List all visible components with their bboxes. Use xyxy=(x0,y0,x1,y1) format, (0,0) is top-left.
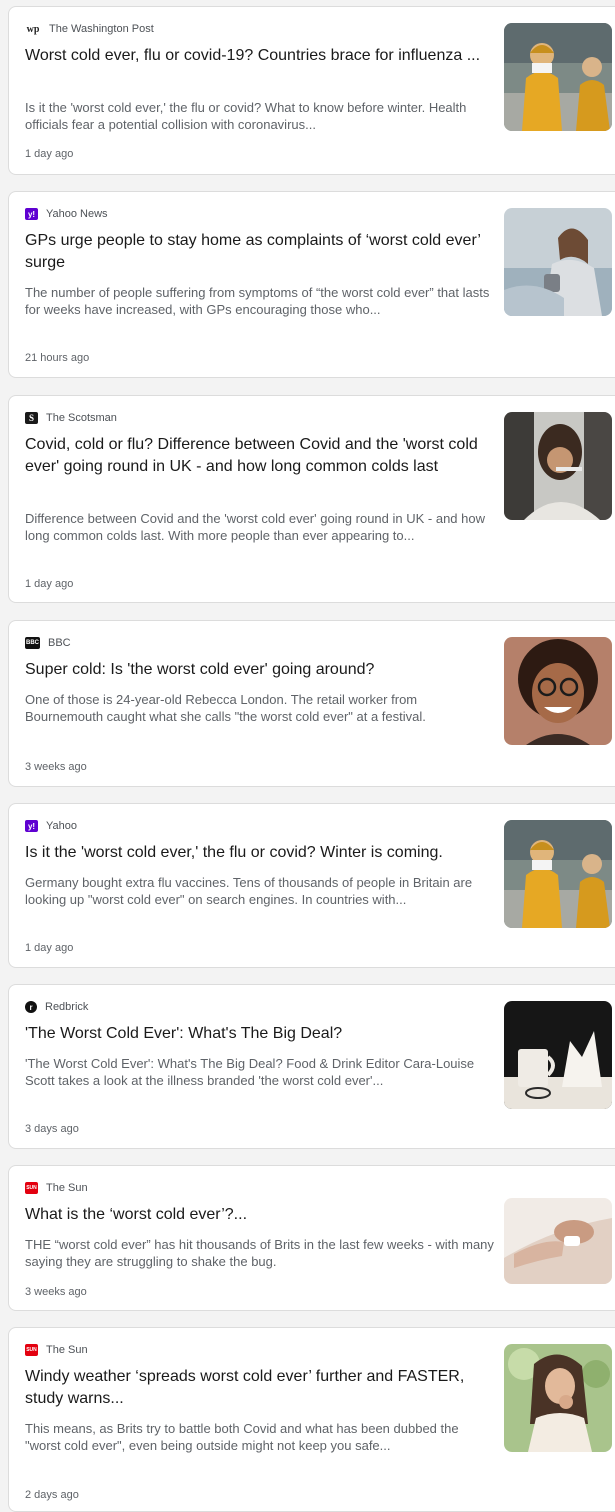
news-card[interactable]: BBC BBC Super cold: Is 'the worst cold e… xyxy=(8,620,615,787)
news-timestamp: 1 day ago xyxy=(25,148,74,160)
news-thumbnail[interactable] xyxy=(504,637,612,745)
news-source: wp The Washington Post xyxy=(25,23,154,35)
news-card[interactable]: wp The Washington Post Worst cold ever, … xyxy=(8,6,615,175)
news-thumbnail[interactable] xyxy=(504,1001,612,1109)
yahoo-news-logo-icon: y! xyxy=(25,208,38,220)
bbc-logo-icon: BBC xyxy=(25,637,40,649)
news-card[interactable]: r Redbrick 'The Worst Cold Ever': What's… xyxy=(8,984,615,1149)
news-snippet: One of those is 24-year-old Rebecca Lond… xyxy=(25,692,426,724)
news-source-name: Yahoo News xyxy=(46,208,108,220)
woman-in-bed-image-icon xyxy=(504,412,612,520)
news-source: S The Scotsman xyxy=(25,412,117,424)
news-headline[interactable]: Super cold: Is 'the worst cold ever' goi… xyxy=(25,659,490,681)
news-timestamp: 21 hours ago xyxy=(25,352,90,364)
news-source-name: Redbrick xyxy=(45,1001,89,1013)
news-source-name: The Sun xyxy=(46,1182,88,1194)
news-source: SUN The Sun xyxy=(25,1344,88,1356)
news-source-name: BBC xyxy=(48,637,71,649)
woman-yellow-jacket-image-icon xyxy=(504,23,612,131)
yahoo-logo-icon: y! xyxy=(25,820,38,832)
news-thumbnail[interactable] xyxy=(504,23,612,131)
news-snippet: The number of people suffering from symp… xyxy=(25,285,490,317)
news-card[interactable]: y! Yahoo News GPs urge people to stay ho… xyxy=(8,191,615,378)
news-snippet: Germany bought extra flu vaccines. Tens … xyxy=(25,875,473,907)
news-timestamp: 3 weeks ago xyxy=(25,1286,87,1298)
redbrick-logo-icon: r xyxy=(25,1001,37,1013)
smiling-woman-image-icon xyxy=(504,637,612,745)
news-headline[interactable]: Is it the 'worst cold ever,' the flu or … xyxy=(25,842,490,864)
news-thumbnail[interactable] xyxy=(504,1198,612,1284)
news-source: y! Yahoo News xyxy=(25,208,108,220)
news-headline[interactable]: Windy weather ‘spreads worst cold ever’ … xyxy=(25,1366,490,1410)
person-lying-image-icon xyxy=(504,1198,612,1284)
news-source-name: The Washington Post xyxy=(49,23,154,35)
news-snippet: This means, as Brits try to battle both … xyxy=(25,1421,459,1453)
news-thumbnail[interactable] xyxy=(504,820,612,928)
news-card[interactable]: SUN The Sun Windy weather ‘spreads worst… xyxy=(8,1327,615,1512)
scotsman-logo-icon: S xyxy=(25,412,38,424)
news-headline[interactable]: Covid, cold or flu? Difference between C… xyxy=(25,434,490,478)
news-source: BBC BBC xyxy=(25,637,71,649)
news-card[interactable]: S The Scotsman Covid, cold or flu? Diffe… xyxy=(8,395,615,603)
news-snippet: 'The Worst Cold Ever': What's The Big De… xyxy=(25,1056,475,1088)
woman-coughing-image-icon xyxy=(504,1344,612,1452)
news-thumbnail[interactable] xyxy=(504,208,612,316)
news-snippet: Is it the 'worst cold ever,' the flu or … xyxy=(25,100,467,132)
mug-and-tissues-image-icon xyxy=(504,1001,612,1109)
woman-yellow-jacket-image-icon xyxy=(504,820,612,928)
news-card[interactable]: y! Yahoo Is it the 'worst cold ever,' th… xyxy=(8,803,615,968)
news-thumbnail[interactable] xyxy=(504,412,612,520)
news-source-name: The Scotsman xyxy=(46,412,117,424)
the-sun-logo-icon: SUN xyxy=(25,1182,38,1194)
news-card[interactable]: SUN The Sun What is the ‘worst cold ever… xyxy=(8,1165,615,1311)
news-source: r Redbrick xyxy=(25,1001,88,1013)
news-snippet: Difference between Covid and the 'worst … xyxy=(25,511,485,543)
news-timestamp: 2 days ago xyxy=(25,1489,79,1501)
news-timestamp: 3 days ago xyxy=(25,1123,79,1135)
news-headline[interactable]: GPs urge people to stay home as complain… xyxy=(25,230,490,274)
news-source: SUN The Sun xyxy=(25,1182,88,1194)
woman-on-sofa-image-icon xyxy=(504,208,612,316)
news-timestamp: 1 day ago xyxy=(25,578,74,590)
news-headline[interactable]: 'The Worst Cold Ever': What's The Big De… xyxy=(25,1023,490,1045)
news-source-name: Yahoo xyxy=(46,820,77,832)
news-timestamp: 1 day ago xyxy=(25,942,74,954)
news-headline[interactable]: Worst cold ever, flu or covid-19? Countr… xyxy=(25,45,490,67)
news-timestamp: 3 weeks ago xyxy=(25,761,87,773)
washington-post-logo-icon: wp xyxy=(25,23,41,35)
news-snippet: THE “worst cold ever” has hit thousands … xyxy=(25,1237,494,1269)
news-source-name: The Sun xyxy=(46,1344,88,1356)
news-source: y! Yahoo xyxy=(25,820,77,832)
news-headline[interactable]: What is the ‘worst cold ever’?... xyxy=(25,1204,490,1226)
the-sun-logo-icon: SUN xyxy=(25,1344,38,1356)
news-thumbnail[interactable] xyxy=(504,1344,612,1452)
